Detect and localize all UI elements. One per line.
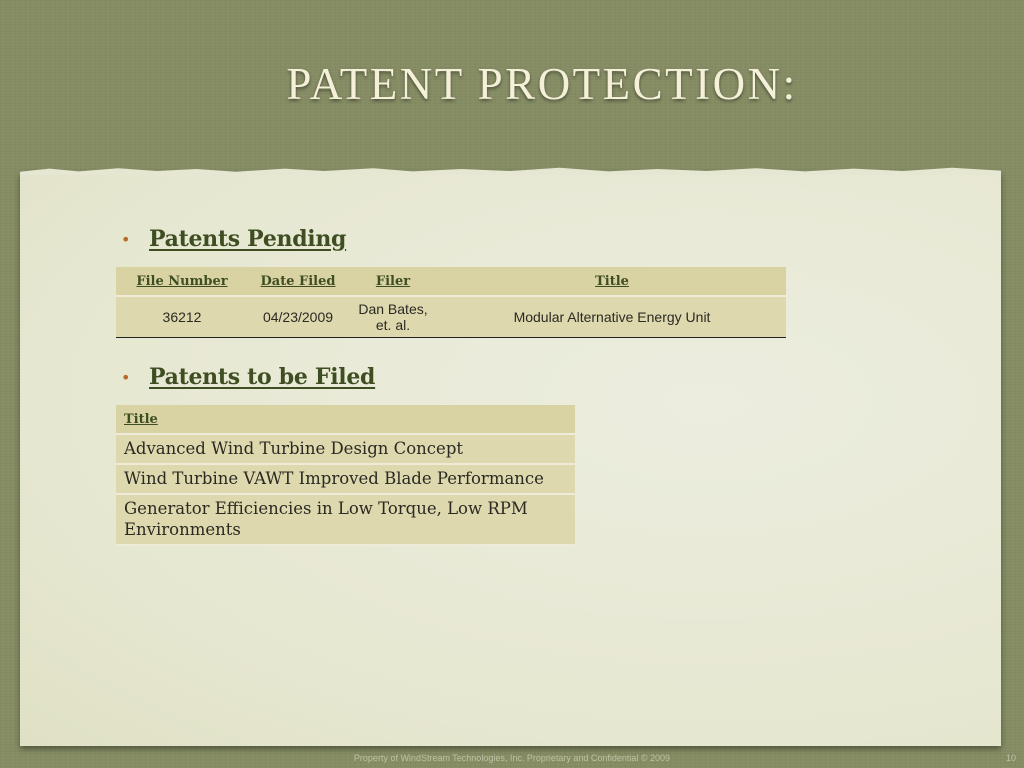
filer-cell: Dan Bates, et. al. xyxy=(348,296,438,338)
file-number-cell: 36212 xyxy=(116,296,248,338)
table-header-row: Title xyxy=(116,405,575,435)
title-cell: Modular Alternative Energy Unit xyxy=(438,296,786,338)
patents-to-be-filed-bullet-row: • Patents to be Filed xyxy=(121,364,375,390)
column-header-date-filed: Date Filed xyxy=(248,267,348,297)
bullet-icon: • xyxy=(121,367,131,387)
title-cell: Advanced Wind Turbine Design Concept xyxy=(116,434,575,465)
title-cell: Generator Efficiencies in Low Torque, Lo… xyxy=(116,494,575,546)
table-row: 36212 04/23/2009 Dan Bates, et. al. Modu… xyxy=(116,296,786,338)
filer-line-2: et. al. xyxy=(375,317,411,333)
column-header-file-number: File Number xyxy=(116,267,248,297)
table-row: Advanced Wind Turbine Design Concept xyxy=(116,434,575,465)
date-filed-cell: 04/23/2009 xyxy=(248,296,348,338)
filer-line-1: Dan Bates, xyxy=(358,301,428,317)
title-cell: Wind Turbine VAWT Improved Blade Perform… xyxy=(116,464,575,495)
patents-to-be-filed-table: Title Advanced Wind Turbine Design Conce… xyxy=(116,405,575,546)
column-header-title: Title xyxy=(438,267,786,297)
patents-pending-bullet-row: • Patents Pending xyxy=(121,226,346,252)
table-row: Wind Turbine VAWT Improved Blade Perform… xyxy=(116,464,575,495)
footer-confidentiality-note: Property of WindStream Technologies, Inc… xyxy=(353,753,671,763)
bullet-icon: • xyxy=(121,229,131,249)
column-header-filer: Filer xyxy=(348,267,438,297)
column-header-title: Title xyxy=(116,405,575,435)
page-number: 10 xyxy=(1005,753,1016,763)
patents-pending-table: File Number Date Filed Filer Title 36212… xyxy=(116,267,786,338)
slide-title: Patent Protection: xyxy=(286,59,798,109)
table-row: Generator Efficiencies in Low Torque, Lo… xyxy=(116,494,575,546)
patents-pending-heading: Patents Pending xyxy=(149,226,347,252)
table-header-row: File Number Date Filed Filer Title xyxy=(116,267,786,297)
patents-to-be-filed-heading: Patents to be Filed xyxy=(149,364,376,390)
